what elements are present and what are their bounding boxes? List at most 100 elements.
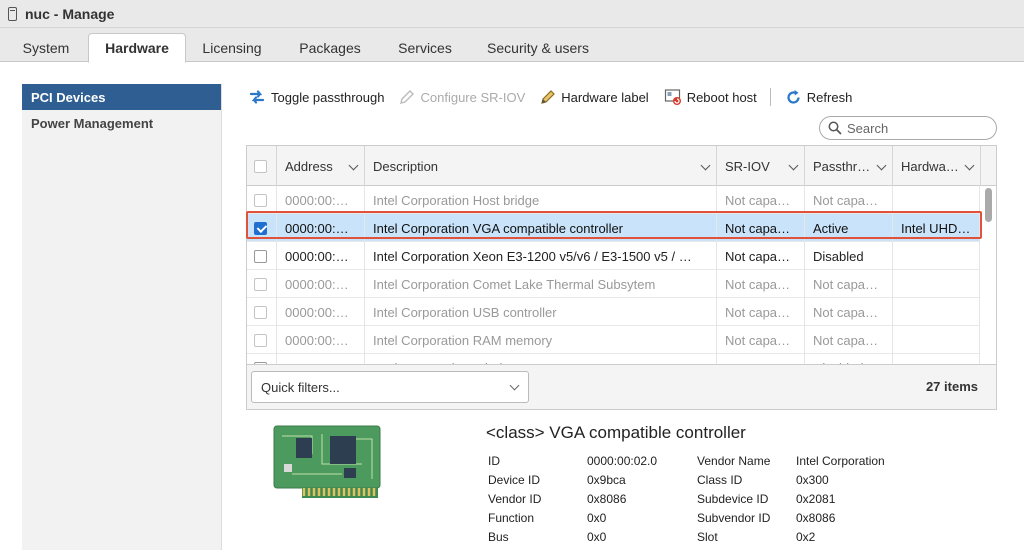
- cell-passthrough: Active: [805, 214, 893, 242]
- tab-packages[interactable]: Packages: [290, 33, 370, 62]
- table-row[interactable]: 0000:00:… Intel Corporation Host bridge No…: [247, 186, 980, 214]
- cell-description: Intel Corporation Xeon E3-1200 v5/v6 / E…: [365, 242, 717, 270]
- cell-passthrough: Not capa…: [805, 186, 893, 214]
- grid-header: Address Description SR-IOV Passthr… Hard…: [247, 146, 996, 186]
- tab-hardware[interactable]: Hardware: [88, 33, 186, 63]
- table-row[interactable]: 0000:00:… Intel Corporation Xeon E3-1200 …: [247, 242, 980, 270]
- cell-checkbox[interactable]: [247, 326, 277, 354]
- toggle-passthrough-button[interactable]: Toggle passthrough: [248, 88, 384, 106]
- property-value: 0x2: [796, 530, 816, 544]
- column-passthrough[interactable]: Passthr…: [805, 146, 893, 186]
- property-label: ID: [488, 454, 500, 468]
- grid-footer: Quick filters... 27 items: [247, 364, 996, 409]
- cell-checkbox[interactable]: [247, 270, 277, 298]
- table-row[interactable]: 0000:00:… Intel Corporation VGA compatibl…: [247, 214, 980, 242]
- search-icon: [828, 121, 842, 135]
- pencil-icon: [541, 90, 556, 104]
- table-row[interactable]: 0000:00:… Intel Corporation USB controlle…: [247, 298, 980, 326]
- search-input[interactable]: [847, 120, 987, 136]
- column-sriov[interactable]: SR-IOV: [717, 146, 805, 186]
- property-label: Subdevice ID: [697, 492, 769, 506]
- column-passthrough-label: Passthr…: [813, 158, 871, 174]
- search-box[interactable]: [819, 116, 997, 140]
- tab-system[interactable]: System: [10, 33, 82, 62]
- reboot-host-button[interactable]: Reboot host: [664, 88, 757, 106]
- sidebar: PCI Devices Power Management: [22, 84, 222, 550]
- refresh-button[interactable]: Refresh: [785, 89, 853, 106]
- cell-address: 0000:00:…: [277, 214, 365, 242]
- quick-filters-label: Quick filters...: [261, 379, 340, 395]
- refresh-label: Refresh: [806, 89, 853, 105]
- column-address[interactable]: Address: [277, 146, 365, 186]
- property-value: 0x2081: [796, 492, 836, 506]
- table-row[interactable]: 0000:00:… Intel Corporation Comet Lake Th…: [247, 270, 980, 298]
- cell-address: 0000:00:…: [277, 326, 365, 354]
- chevron-down-icon: [788, 160, 799, 171]
- property-label: Device ID: [488, 473, 541, 487]
- pci-devices-grid: Address Description SR-IOV Passthr… Hard…: [246, 145, 997, 410]
- column-description[interactable]: Description: [365, 146, 717, 186]
- configure-sriov-button[interactable]: Configure SR-IOV: [399, 89, 525, 105]
- property-value: Intel Corporation: [796, 454, 885, 468]
- sidebar-item-pci-devices[interactable]: PCI Devices: [22, 84, 221, 110]
- property-label: Slot: [697, 530, 718, 544]
- cell-checkbox[interactable]: [247, 186, 277, 214]
- column-description-label: Description: [373, 158, 439, 174]
- cell-sriov: Not capa…: [717, 242, 805, 270]
- property-label: Class ID: [697, 473, 743, 487]
- cell-sriov: Not capa…: [717, 298, 805, 326]
- cell-passthrough: Disabled: [805, 242, 893, 270]
- chevron-down-icon: [348, 160, 359, 171]
- column-hardware-label[interactable]: Hardwa…: [893, 146, 981, 186]
- cell-passthrough: Not capa…: [805, 270, 893, 298]
- property-label: Vendor Name: [697, 454, 771, 468]
- cell-hardware-label: [893, 186, 980, 214]
- row-checkbox[interactable]: [254, 193, 267, 207]
- cell-description: Intel Corporation VGA compatible control…: [365, 214, 717, 242]
- item-count: 27 items: [925, 379, 978, 394]
- row-checkbox[interactable]: [254, 333, 267, 347]
- row-checkbox[interactable]: [254, 249, 267, 263]
- tab-security-users[interactable]: Security & users: [480, 33, 596, 62]
- tab-licensing[interactable]: Licensing: [193, 33, 271, 62]
- cell-checkbox[interactable]: [247, 214, 277, 242]
- scrollbar-thumb[interactable]: [985, 188, 992, 222]
- select-all-checkbox[interactable]: [254, 159, 267, 173]
- toolbar-separator: [769, 88, 771, 106]
- pencil-icon: [400, 90, 415, 104]
- cell-sriov: Not capa…: [717, 326, 805, 354]
- property-value: 0x8086: [796, 511, 836, 525]
- cell-hardware-label: [893, 270, 980, 298]
- row-checkbox[interactable]: [254, 277, 267, 291]
- reboot-host-label: Reboot host: [686, 89, 757, 105]
- toggle-passthrough-label: Toggle passthrough: [271, 89, 385, 105]
- device-class-title: <class> VGA compatible controller: [486, 423, 746, 442]
- select-all-cell[interactable]: [247, 146, 277, 186]
- column-address-label: Address: [285, 158, 333, 174]
- cell-description: Intel Corporation RAM memory: [365, 326, 717, 354]
- grid-scrollbar[interactable]: [983, 186, 995, 362]
- cell-address: 0000:00:…: [277, 270, 365, 298]
- row-checkbox[interactable]: [254, 305, 267, 319]
- window-title: nuc - Manage: [25, 5, 115, 22]
- chevron-down-icon: [964, 160, 975, 171]
- row-checkbox[interactable]: [254, 221, 267, 235]
- hardware-label-label: Hardware label: [561, 89, 649, 105]
- toggle-arrows-icon: [249, 90, 265, 104]
- tab-services[interactable]: Services: [389, 33, 461, 62]
- quick-filters-select[interactable]: Quick filters...: [251, 371, 529, 403]
- cell-checkbox[interactable]: [247, 298, 277, 326]
- sidebar-item-power-management[interactable]: Power Management: [22, 110, 221, 136]
- hardware-label-button[interactable]: Hardware label: [540, 89, 649, 105]
- column-sriov-label: SR-IOV: [725, 158, 770, 174]
- property-value: 0x300: [796, 473, 829, 487]
- configure-sriov-label: Configure SR-IOV: [420, 89, 526, 105]
- cell-checkbox[interactable]: [247, 242, 277, 270]
- reboot-icon: [664, 89, 681, 105]
- pci-card-icon: [273, 425, 381, 498]
- cell-sriov: Not capa…: [717, 214, 805, 242]
- chevron-down-icon: [509, 380, 520, 391]
- cell-description: Intel Corporation Comet Lake Thermal Sub…: [365, 270, 717, 298]
- table-row[interactable]: 0000:00:… Intel Corporation RAM memory Not…: [247, 326, 980, 354]
- cell-address: 0000:00:…: [277, 186, 365, 214]
